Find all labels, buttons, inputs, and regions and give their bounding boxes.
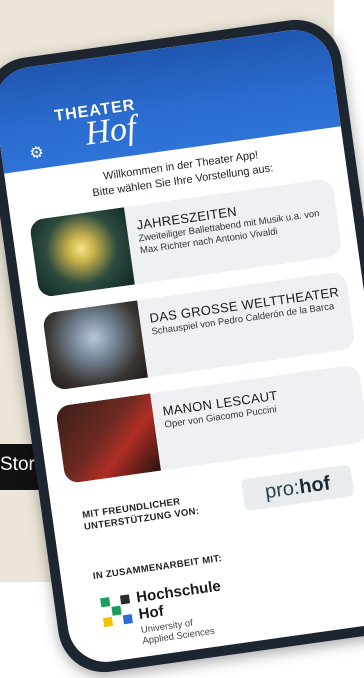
prohof-logo-post: hof (297, 472, 332, 499)
cooperation-label: IN ZUSAMMENARBEIT MIT: (92, 553, 223, 583)
show-image (28, 207, 135, 298)
prohof-logo-pre: pro: (263, 476, 301, 504)
app-screen: THEATER Hof ⚙ Willkommen in der Theater … (0, 25, 364, 667)
hochschule-logo-icon (100, 594, 134, 628)
phone-frame: THEATER Hof ⚙ Willkommen in der Theater … (0, 13, 364, 678)
gear-icon[interactable]: ⚙ (28, 142, 46, 163)
logo-hof: Hof (82, 108, 139, 153)
show-image (55, 393, 161, 485)
sponsor-label: MIT FREUNDLICHER UNTERSTÜTZUNG VON: (82, 494, 200, 534)
prohof-logo: pro:hof (240, 464, 355, 512)
show-image (41, 300, 148, 391)
phone-mockup: THEATER Hof ⚙ Willkommen in der Theater … (0, 13, 364, 678)
